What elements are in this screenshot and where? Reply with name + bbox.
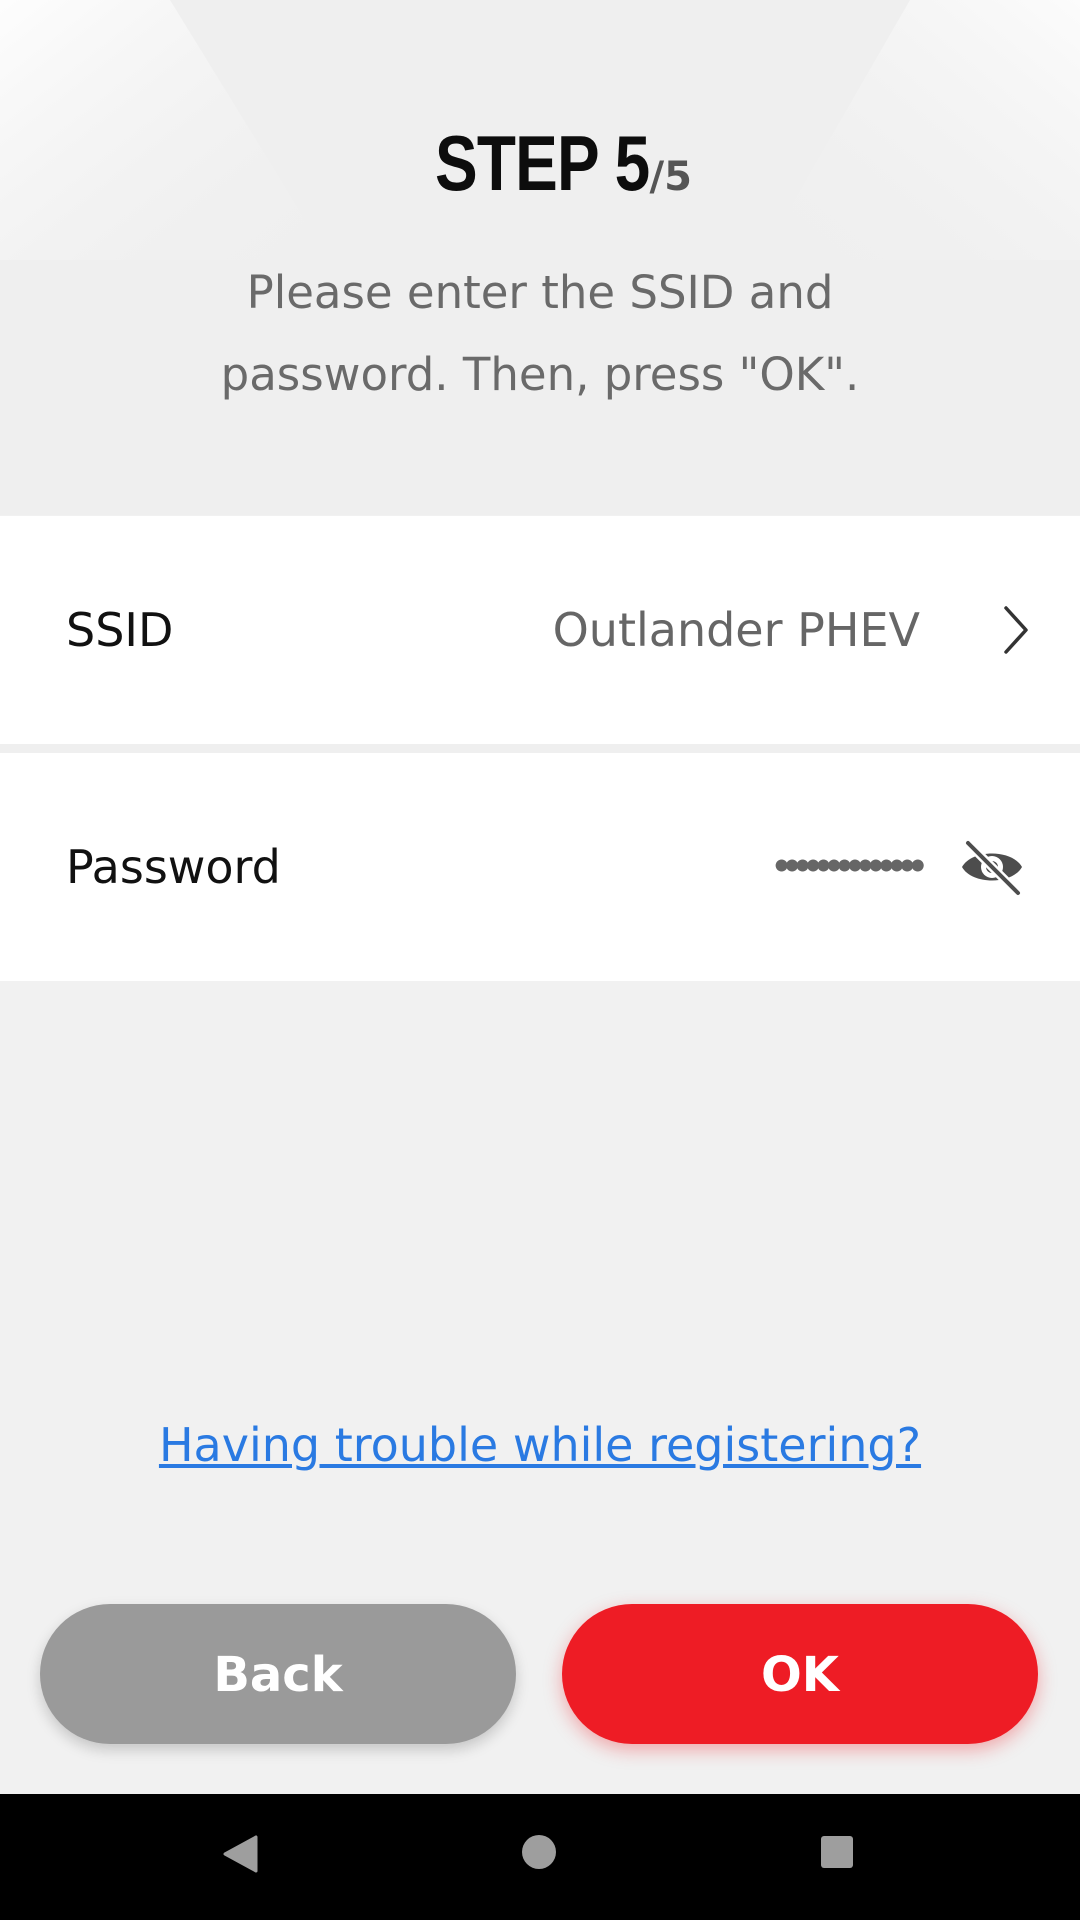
instruction-line-1: Please enter the SSID and [246,266,834,319]
password-row[interactable]: Password •••••••••••••• [0,753,1080,981]
step-total: /5 [649,154,692,200]
instruction-text: Please enter the SSID and password. Then… [140,252,940,416]
step-current: STEP 5 [435,119,650,207]
password-label: Password [66,840,281,894]
eye-off-icon[interactable] [958,837,1026,897]
system-navigation-bar [0,1794,1080,1920]
page-title: STEP 5/5 [0,118,1080,230]
circle-home-icon[interactable] [522,1835,556,1869]
row-divider [0,744,1080,753]
back-button[interactable]: Back [40,1604,516,1744]
ssid-row[interactable]: SSID Outlander PHEV [0,516,1080,744]
instruction-line-2: password. Then, press "OK". [220,348,860,401]
ok-button[interactable]: OK [562,1604,1038,1744]
chevron-right-icon [1004,606,1028,654]
triangle-back-icon[interactable] [222,1834,258,1874]
square-recents-icon[interactable] [821,1836,853,1868]
ssid-value: Outlander PHEV [552,603,920,657]
ssid-label: SSID [66,603,174,657]
password-field[interactable]: •••••••••••••• [771,753,928,981]
trouble-registering-link[interactable]: Having trouble while registering? [0,1418,1080,1472]
